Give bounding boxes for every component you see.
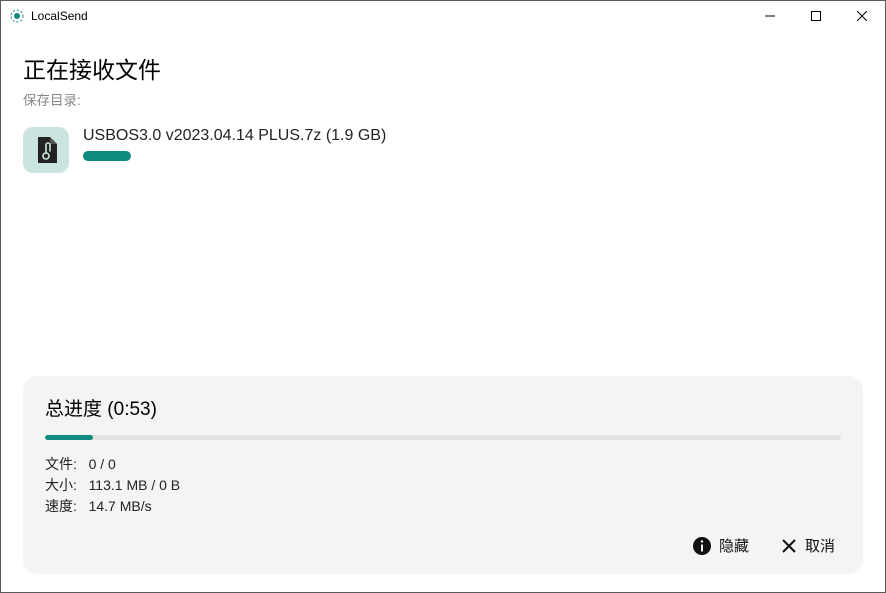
- summary-time: (0:53): [107, 399, 157, 420]
- file-name: USBOS3.0 v2023.04.14 PLUS.7z (1.9 GB): [83, 127, 386, 145]
- file-info: USBOS3.0 v2023.04.14 PLUS.7z (1.9 GB): [83, 127, 386, 161]
- file-progress-bar: [83, 151, 131, 161]
- overall-progress-fill: [45, 435, 93, 440]
- hide-label: 隐藏: [719, 535, 749, 556]
- summary-card: 总进度 (0:53) 文件: 0 / 0 大小: 113.1 MB / 0 B …: [23, 376, 863, 574]
- stat-files: 文件: 0 / 0: [45, 454, 841, 475]
- summary-title-text: 总进度: [45, 399, 102, 420]
- cancel-button[interactable]: 取消: [775, 531, 841, 560]
- maximize-button[interactable]: [793, 1, 839, 31]
- file-item: USBOS3.0 v2023.04.14 PLUS.7z (1.9 GB): [23, 127, 863, 173]
- stat-speed: 速度: 14.7 MB/s: [45, 496, 841, 517]
- titlebar: LocalSend: [1, 1, 885, 31]
- window-title: LocalSend: [31, 9, 88, 23]
- stat-size: 大小: 113.1 MB / 0 B: [45, 475, 841, 496]
- save-dir-label: 保存目录:: [23, 89, 863, 109]
- app-icon: [9, 8, 25, 24]
- overall-progress-track: [45, 435, 841, 440]
- content-area: 正在接收文件 保存目录: USBOS3.0 v2023.04.14 PLUS.7…: [1, 31, 885, 592]
- page-heading: 正在接收文件: [23, 51, 863, 85]
- attachment-icon: [23, 127, 69, 173]
- stat-files-value: 0 / 0: [89, 456, 116, 472]
- minimize-button[interactable]: [747, 1, 793, 31]
- stat-speed-label: 速度:: [45, 498, 77, 514]
- close-button[interactable]: [839, 1, 885, 31]
- cancel-label: 取消: [805, 535, 835, 556]
- summary-title: 总进度 (0:53): [45, 394, 841, 421]
- stat-size-label: 大小:: [45, 477, 77, 493]
- stat-files-label: 文件:: [45, 456, 77, 472]
- stat-size-value: 113.1 MB / 0 B: [89, 477, 181, 493]
- action-row: 隐藏 取消: [45, 531, 841, 560]
- info-icon: [693, 537, 711, 555]
- stat-speed-value: 14.7 MB/s: [89, 498, 152, 514]
- hide-button[interactable]: 隐藏: [687, 531, 755, 560]
- close-icon: [781, 538, 797, 554]
- window-controls: [747, 1, 885, 31]
